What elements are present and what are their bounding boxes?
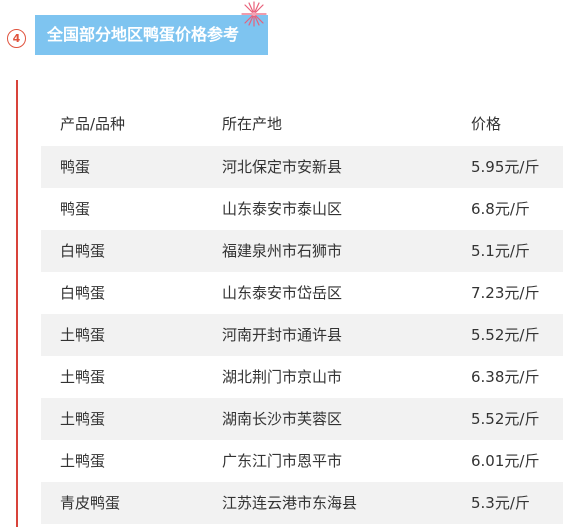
cell-origin: 江苏连云港市东海县 xyxy=(222,494,358,512)
cell-product: 白鸭蛋 xyxy=(60,242,106,260)
cell-product: 青皮鸭蛋 xyxy=(60,494,121,512)
cell-product: 鸭蛋 xyxy=(60,200,91,218)
cell-product: 土鸭蛋 xyxy=(60,326,106,344)
table-row: 土鸭蛋 河南开封市通许县 5.52元/斤 xyxy=(41,314,563,356)
cell-origin: 福建泉州市石狮市 xyxy=(222,242,343,260)
cell-price: 7.23元/斤 xyxy=(471,284,540,302)
header-price: 价格 xyxy=(471,115,502,133)
table-row: 青皮鸭蛋 江苏连云港市东海县 5.3元/斤 xyxy=(41,482,563,524)
cell-price: 5.3元/斤 xyxy=(471,494,530,512)
cell-origin: 广东江门市恩平市 xyxy=(222,452,343,470)
header-origin: 所在产地 xyxy=(222,115,283,133)
section-number-badge: 4 xyxy=(7,29,26,48)
cell-price: 5.52元/斤 xyxy=(471,410,540,428)
accent-divider-line xyxy=(16,80,18,527)
table-header-row: 产品/品种 所在产地 价格 xyxy=(41,102,563,146)
price-table: 产品/品种 所在产地 价格 鸭蛋 河北保定市安新县 5.95元/斤 鸭蛋 山东泰… xyxy=(41,102,563,524)
cell-product: 鸭蛋 xyxy=(60,158,91,176)
table-row: 土鸭蛋 湖南长沙市芙蓉区 5.52元/斤 xyxy=(41,398,563,440)
cell-price: 6.8元/斤 xyxy=(471,200,530,218)
table-row: 鸭蛋 山东泰安市泰山区 6.8元/斤 xyxy=(41,188,563,230)
table-row: 鸭蛋 河北保定市安新县 5.95元/斤 xyxy=(41,146,563,188)
cell-origin: 河南开封市通许县 xyxy=(222,326,343,344)
cell-product: 土鸭蛋 xyxy=(60,368,106,386)
cell-price: 5.95元/斤 xyxy=(471,158,540,176)
cell-origin: 山东泰安市岱岳区 xyxy=(222,284,343,302)
cell-product: 土鸭蛋 xyxy=(60,452,106,470)
section-header: 4 全国部分地区鸭蛋价格参考 xyxy=(0,0,579,70)
cell-product: 土鸭蛋 xyxy=(60,410,106,428)
table-row: 白鸭蛋 福建泉州市石狮市 5.1元/斤 xyxy=(41,230,563,272)
cell-price: 5.52元/斤 xyxy=(471,326,540,344)
cell-origin: 河北保定市安新县 xyxy=(222,158,343,176)
cell-price: 6.01元/斤 xyxy=(471,452,540,470)
cell-origin: 湖北荆门市京山市 xyxy=(222,368,343,386)
cell-origin: 湖南长沙市芙蓉区 xyxy=(222,410,343,428)
table-row: 白鸭蛋 山东泰安市岱岳区 7.23元/斤 xyxy=(41,272,563,314)
header-product: 产品/品种 xyxy=(60,115,126,133)
table-row: 土鸭蛋 湖北荆门市京山市 6.38元/斤 xyxy=(41,356,563,398)
cell-price: 5.1元/斤 xyxy=(471,242,530,260)
firework-icon xyxy=(241,1,267,27)
cell-price: 6.38元/斤 xyxy=(471,368,540,386)
cell-origin: 山东泰安市泰山区 xyxy=(222,200,343,218)
table-row: 土鸭蛋 广东江门市恩平市 6.01元/斤 xyxy=(41,440,563,482)
cell-product: 白鸭蛋 xyxy=(60,284,106,302)
section-title: 全国部分地区鸭蛋价格参考 xyxy=(35,15,268,55)
